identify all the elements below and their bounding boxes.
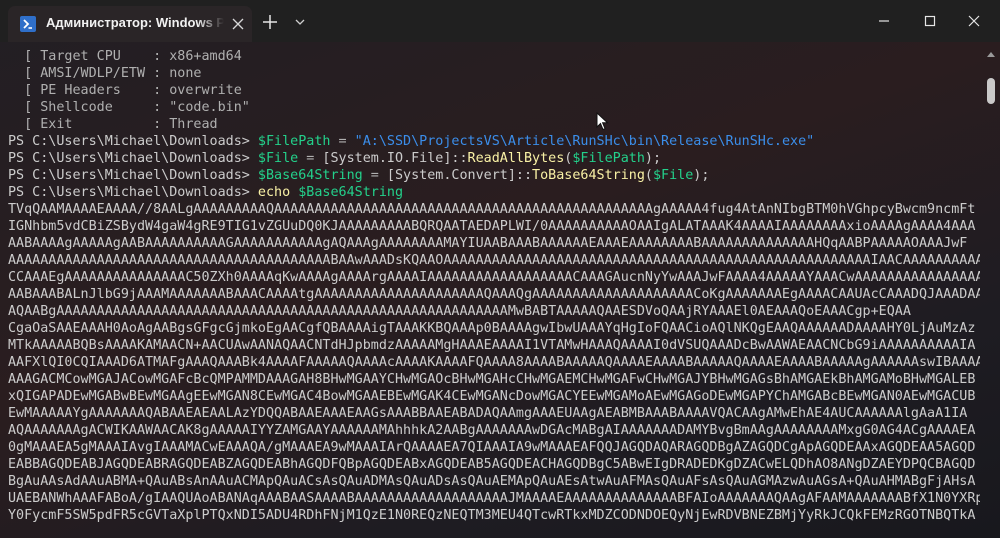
terminal-text: CCAAAEgAAAAAAAAAAAAAAAC50ZXh0AAAAqKwAAAA… xyxy=(8,270,980,285)
terminal-text: xQIGAPADEwMGABwBEwMGAAgEEwMGAN8CEwMGAC4B… xyxy=(8,389,976,404)
terminal-text: EwMAAAAAYgAAAAAAAQABAAEAEAALAzYDQQABAAEA… xyxy=(8,406,968,421)
terminal-line: AABAAABALnJlbG9jAAAMAAAAAAABAAACAAAAtgAA… xyxy=(8,286,980,303)
terminal-line: EABBAGQDEABJAGQDEABRAGQDEABZAGQDEABhAGQD… xyxy=(8,456,980,473)
terminal-line: AAAGACMCowMGAJACowMGAFcBcQMPAMMDAAAGAH8B… xyxy=(8,371,980,388)
terminal-text: = xyxy=(330,134,355,149)
terminal-line: EwMAAAAAYgAAAAAAAQABAAEAEAALAzYDQQABAAEA… xyxy=(8,405,980,422)
terminal-line: CCAAAEgAAAAAAAAAAAAAAAC50ZXh0AAAAqKwAAAA… xyxy=(8,269,980,286)
close-icon xyxy=(968,15,980,27)
mouse-cursor-icon xyxy=(596,111,610,132)
terminal-text: Y0FycmF5SW5pdFR5cGVTaXplPTQxNDI5ADU4RDhF… xyxy=(8,508,976,523)
terminal-text: $File xyxy=(257,151,299,166)
tab-title: Администратор: Windows PowerShell xyxy=(46,15,224,30)
terminal-text: [ PE Headers : overwrite xyxy=(8,83,242,98)
terminal-line: AAAAAAAAAAAAAAAAAAAAAAAAAAAAAAAAAAAAAAAA… xyxy=(8,252,980,269)
terminal-line: [ AMSI/WDLP/ETW : none xyxy=(8,65,980,82)
terminal-text: $FilePath xyxy=(257,134,331,149)
terminal-line: AAFXlQI0CQIAAAD6ATMAFgAAAQAAABk4AAAAFAAA… xyxy=(8,354,980,371)
terminal-line: TVqQAAMAAAAEAAAA//8AALgAAAAAAAAAQAAAAAAA… xyxy=(8,201,980,218)
terminal-text: [ AMSI/WDLP/ETW : none xyxy=(8,66,202,81)
chevron-down-icon[interactable] xyxy=(292,14,308,30)
terminal-line: Y0FycmF5SW5pdFR5cGVTaXplPTQxNDI5ADU4RDhF… xyxy=(8,507,980,524)
terminal-text: EABBAGQDEABJAGQDEABRAGQDEABZAGQDEABhAGQD… xyxy=(8,457,976,472)
minimize-button[interactable] xyxy=(862,6,906,36)
terminal-text: = xyxy=(362,168,387,183)
terminal-line: BgAuAAsAdAAuABMA+QAuABsAnAAuACMApQAuACsA… xyxy=(8,473,980,490)
terminal-text: echo xyxy=(257,185,291,200)
close-window-button[interactable] xyxy=(952,6,996,36)
minimize-icon xyxy=(879,20,889,22)
terminal-text: ); xyxy=(644,151,662,166)
maximize-icon xyxy=(924,15,936,27)
terminal-line: PS C:\Users\Michael\Downloads> echo $Bas… xyxy=(8,184,980,201)
powershell-icon xyxy=(20,16,36,32)
terminal-text: [ Target CPU : x86+amd64 xyxy=(8,49,242,64)
terminal-text: ReadAllBytes xyxy=(467,151,565,166)
terminal-text: $Base64String xyxy=(298,185,404,200)
terminal-line: PS C:\Users\Michael\Downloads> $Base64St… xyxy=(8,167,980,184)
terminal-text: ToBase64String xyxy=(532,168,645,183)
terminal-text: TVqQAAMAAAAEAAAA//8AALgAAAAAAAAAQAAAAAAA… xyxy=(8,202,976,217)
maximize-button[interactable] xyxy=(908,6,952,36)
terminal-text: $Base64String xyxy=(257,168,363,183)
scroll-up-arrow-icon[interactable] xyxy=(987,52,995,57)
terminal-text: AAFXlQI0CQIAAAD6ATMAFgAAAQAAABk4AAAAFAAA… xyxy=(8,355,980,370)
terminal-text: UAEBANWhAAAFABoA/gIAAQUAoABANAqAAABAASAA… xyxy=(8,491,980,506)
terminal-text: PS C:\Users\Michael\Downloads> xyxy=(8,185,258,200)
terminal-text: $File xyxy=(652,168,694,183)
terminal-line: IGNhbm5vdCBiZSBydW4gaW4gRE9TIG1vZGUuDQ0K… xyxy=(8,218,980,235)
terminal-text: [ Shellcode : "code.bin" xyxy=(8,100,250,115)
new-tab-plus-icon[interactable] xyxy=(260,12,280,32)
title-bar: Администратор: Windows PowerShell xyxy=(0,0,1000,42)
terminal-text: ( xyxy=(644,168,653,183)
terminal-line: PS C:\Users\Michael\Downloads> $File = [… xyxy=(8,150,980,167)
terminal-text: AABAAABALnJlbG9jAAAMAAAAAAABAAACAAAAtgAA… xyxy=(8,287,980,302)
terminal-line: AABAAAAgAAAAAgAABAAAAAAAAAAGAAAAAAAAAAAg… xyxy=(8,235,980,252)
terminal-line: AQAAAAAAAgACWIKAAWAACAK8gAAAAAIYYZAMGAAY… xyxy=(8,422,980,439)
terminal-text: PS C:\Users\Michael\Downloads> xyxy=(8,134,258,149)
terminal-text: MTkAAAAABQBsAAAAKAMAACN+AACUAwAANAQAACNT… xyxy=(8,338,976,353)
tab-powershell[interactable]: Администратор: Windows PowerShell xyxy=(8,6,252,42)
terminal-text: = xyxy=(298,151,323,166)
terminal-text: [System.IO.File]:: xyxy=(322,151,468,166)
terminal-text: 0gMAAAEA5gMAAAIAvgIAAAMACwEAAAQA/gMAAAEA… xyxy=(8,440,976,455)
terminal-text: AABAAAAgAAAAAgAABAAAAAAAAAAGAAAAAAAAAAAg… xyxy=(8,236,968,251)
vertical-scrollbar[interactable] xyxy=(984,48,998,538)
terminal-text: PS C:\Users\Michael\Downloads> xyxy=(8,168,258,183)
terminal-text: ); xyxy=(693,168,710,183)
terminal-text: $FilePath xyxy=(572,151,645,166)
close-tab-icon[interactable] xyxy=(230,16,246,32)
terminal-text: AQAAAAAAAgACWIKAAWAACAK8gAAAAAIYYZAMGAAY… xyxy=(8,423,976,438)
terminal-text: AAAGACMCowMGAJACowMGAFcBcQMPAMMDAAAGAH8B… xyxy=(8,372,976,387)
terminal-line: [ Shellcode : "code.bin" xyxy=(8,99,980,116)
terminal-window: Администратор: Windows PowerShell xyxy=(0,0,1000,538)
terminal-text: IGNhbm5vdCBiZSBydW4gaW4gRE9TIG1vZGUuDQ0K… xyxy=(8,219,976,234)
terminal-line: [ Exit : Thread xyxy=(8,116,980,133)
terminal-text: BgAuAAsAdAAuABMA+QAuABsAnAAuACMApQAuACsA… xyxy=(8,474,976,489)
terminal-text: "A:\SSD\ProjectsVS\Article\RunSHc\bin\Re… xyxy=(354,134,815,149)
terminal-line: 0gMAAAEA5gMAAAIAvgIAAAMACwEAAAQA/gMAAAEA… xyxy=(8,439,980,456)
terminal-text: [ Exit : Thread xyxy=(8,117,218,132)
terminal-text: CgaOaSAAEAAAH0AoAgAABgsGFgcGjmkoEgAACgfQ… xyxy=(8,321,976,336)
terminal-line: [ Target CPU : x86+amd64 xyxy=(8,48,980,65)
scroll-thumb[interactable] xyxy=(987,78,995,104)
terminal-text: AAAAAAAAAAAAAAAAAAAAAAAAAAAAAAAAAAAAAAAA… xyxy=(8,253,980,268)
terminal-line: xQIGAPADEwMGABwBEwMGAAgEEwMGAN8CEwMGAC4B… xyxy=(8,388,980,405)
terminal-line: MTkAAAAABQBsAAAAKAMAACN+AACUAwAANAQAACNT… xyxy=(8,337,980,354)
terminal-line: CgaOaSAAEAAAH0AoAgAABgsGFgcGjmkoEgAACgfQ… xyxy=(8,320,980,337)
terminal-text: AQAABgAAAAAAAAAAAAAAAAAAAAAAAAAAAAAAAAAA… xyxy=(8,304,911,319)
terminal-line: PS C:\Users\Michael\Downloads> $FilePath… xyxy=(8,133,980,150)
terminal-line: [ PE Headers : overwrite xyxy=(8,82,980,99)
terminal-line: AQAABgAAAAAAAAAAAAAAAAAAAAAAAAAAAAAAAAAA… xyxy=(8,303,980,320)
terminal-text: [System.Convert]:: xyxy=(386,168,533,183)
terminal-output[interactable]: [ Target CPU : x86+amd64 [ AMSI/WDLP/ETW… xyxy=(8,48,980,538)
terminal-line: UAEBANWhAAAFABoA/gIAAQUAoABANAqAAABAASAA… xyxy=(8,490,980,507)
terminal-text: PS C:\Users\Michael\Downloads> xyxy=(8,151,258,166)
